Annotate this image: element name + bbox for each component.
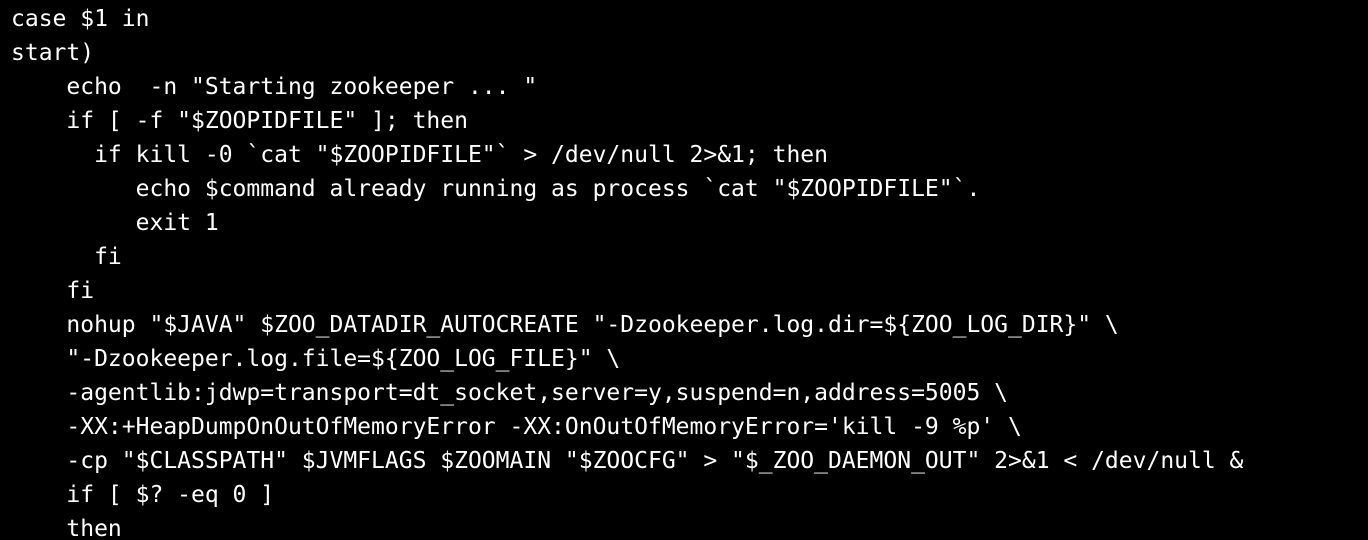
code-line-3: echo -n "Starting zookeeper ... " [11,74,538,100]
code-line-13: -XX:+HeapDumpOnOutOfMemoryError -XX:OnOu… [11,414,1022,440]
code-line-16: then [11,516,122,540]
code-line-11: "-Dzookeeper.log.file=${ZOO_LOG_FILE}" \ [11,346,621,372]
code-line-9: fi [11,278,95,304]
code-line-15: if [ $? -eq 0 ] [11,482,275,508]
code-line-6: echo $command already running as process… [11,176,981,202]
code-line-5: if kill -0 `cat "$ZOOPIDFILE"` > /dev/nu… [11,142,828,168]
code-line-1: case $1 in [11,6,150,32]
code-block: case $1 in start) echo -n "Starting zook… [11,4,1243,540]
code-line-8: fi [11,244,122,270]
terminal-window[interactable]: case $1 in start) echo -n "Starting zook… [0,0,1368,540]
code-line-14: -cp "$CLASSPATH" $JVMFLAGS $ZOOMAIN "$ZO… [11,448,1244,474]
code-line-10: nohup "$JAVA" $ZOO_DATADIR_AUTOCREATE "-… [11,312,1119,338]
code-line-2: start) [11,40,95,66]
code-line-4: if [ -f "$ZOOPIDFILE" ]; then [11,108,468,134]
code-line-7: exit 1 [11,210,219,236]
code-line-12: -agentlib:jdwp=transport=dt_socket,serve… [11,380,1008,406]
